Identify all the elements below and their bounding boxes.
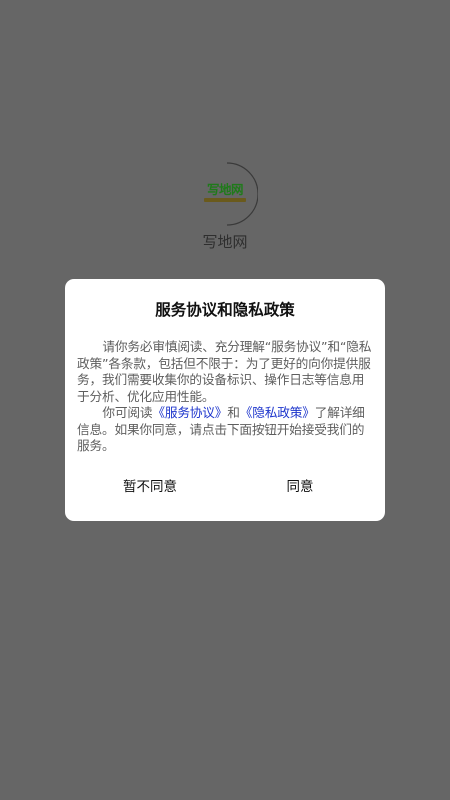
app-logo: 写地网 [198, 161, 258, 226]
app-name: 写地网 [202, 233, 248, 251]
privacy-dialog: 服务协议和隐私政策 请你务必审慎阅读、充分理解“服务协议”和“隐私政策”各条款，… [65, 279, 385, 521]
paragraph-2-prefix: 你可阅读 [102, 405, 153, 420]
agree-button[interactable]: 同意 [225, 477, 375, 497]
dialog-paragraph-2: 你可阅读《服务协议》和《隐私政策》了解详细信息。如果你同意，请点击下面按钮开始接… [77, 405, 373, 455]
logo-text: 写地网 [206, 182, 244, 197]
dialog-paragraph-1: 请你务必审慎阅读、充分理解“服务协议”和“隐私政策”各条款，包括但不限于：为了更… [77, 339, 372, 404]
dialog-actions: 暂不同意 同意 [75, 477, 375, 497]
privacy-policy-link[interactable]: 《隐私政策》 [240, 405, 315, 420]
dialog-body: 请你务必审慎阅读、充分理解“服务协议”和“隐私政策”各条款，包括但不限于：为了更… [77, 339, 373, 455]
disagree-button[interactable]: 暂不同意 [75, 477, 225, 497]
logo-mark: 写地网 [203, 183, 247, 202]
service-agreement-link[interactable]: 《服务协议》 [152, 405, 227, 420]
dialog-title: 服务协议和隐私政策 [155, 301, 295, 319]
paragraph-2-conjunction: 和 [227, 405, 240, 420]
logo-underline [204, 198, 246, 202]
